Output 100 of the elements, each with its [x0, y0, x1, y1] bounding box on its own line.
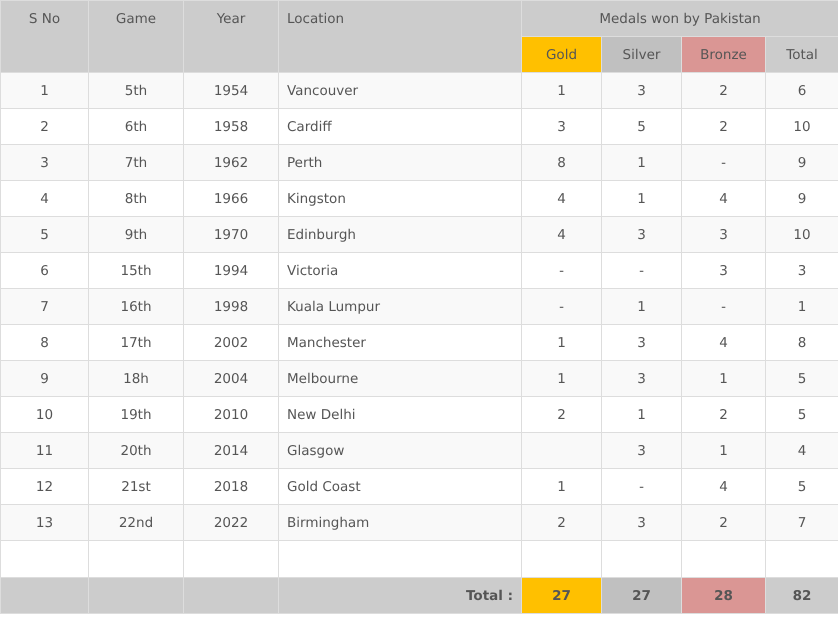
table-cell: 2	[0, 108, 88, 144]
table-cell: 5	[766, 468, 838, 504]
table-cell: Perth	[278, 144, 522, 180]
table-cell: 4	[0, 180, 88, 216]
table-cell: Birmingham	[278, 504, 522, 540]
table-cell: -	[522, 252, 602, 288]
column-header: Gold	[522, 36, 602, 72]
table-cell: 6	[0, 252, 88, 288]
table-cell: 5	[766, 360, 838, 396]
table-cell: Manchester	[278, 324, 522, 360]
table-cell: 9	[766, 144, 838, 180]
table-cell: 10	[0, 396, 88, 432]
table-cell: 4	[682, 180, 766, 216]
table-cell: 7	[766, 504, 838, 540]
group-header: Medals won by Pakistan	[522, 0, 838, 36]
table-cell: 2004	[184, 360, 278, 396]
table-cell: Cardiff	[278, 108, 522, 144]
table-cell: 2	[682, 396, 766, 432]
column-header: Total	[766, 36, 838, 72]
column-header: Game	[88, 0, 184, 72]
table-cell: -	[682, 288, 766, 324]
table-cell: 5	[766, 396, 838, 432]
table-cell: -	[602, 252, 682, 288]
table-cell: 2018	[184, 468, 278, 504]
table-cell: 8	[522, 144, 602, 180]
table-cell: 16th	[88, 288, 184, 324]
table-cell: 4	[522, 180, 602, 216]
table-cell: 3	[766, 252, 838, 288]
table-cell: 2010	[184, 396, 278, 432]
table-cell: 4	[682, 324, 766, 360]
table-cell: 1958	[184, 108, 278, 144]
table-cell: 2	[682, 72, 766, 108]
table-cell: Kingston	[278, 180, 522, 216]
table-cell: 1962	[184, 144, 278, 180]
table-cell: 1954	[184, 72, 278, 108]
table-cell: Victoria	[278, 252, 522, 288]
column-header: Bronze	[682, 36, 766, 72]
table-cell: Gold Coast	[278, 468, 522, 504]
table-cell: 8	[0, 324, 88, 360]
table-cell: 18h	[88, 360, 184, 396]
table-cell: 2	[522, 396, 602, 432]
table-cell: 4	[522, 216, 602, 252]
table-cell: 1	[682, 432, 766, 468]
column-header: Silver	[602, 36, 682, 72]
table-cell: 2022	[184, 504, 278, 540]
table-cell: 1	[602, 180, 682, 216]
table-cell: 3	[602, 324, 682, 360]
table-cell: 3	[522, 108, 602, 144]
table-cell: 6th	[88, 108, 184, 144]
table-cell: 2	[682, 504, 766, 540]
table-cell: 21st	[88, 468, 184, 504]
table-cell: Kuala Lumpur	[278, 288, 522, 324]
table-cell: 3	[602, 72, 682, 108]
table-cell: 1	[522, 360, 602, 396]
table-cell: 15th	[88, 252, 184, 288]
table-cell: 1	[766, 288, 838, 324]
table-cell: 20th	[88, 432, 184, 468]
table-cell: 4	[766, 432, 838, 468]
total-value: 27	[522, 578, 602, 614]
table-cell: 5	[0, 216, 88, 252]
table-cell: 3	[602, 432, 682, 468]
column-header: Location	[278, 0, 522, 72]
table-cell: 1	[522, 468, 602, 504]
table-cell: 1	[0, 72, 88, 108]
table-cell: 11	[0, 432, 88, 468]
table-cell: 4	[682, 468, 766, 504]
table-cell: 17th	[88, 324, 184, 360]
table-cell: 6	[766, 72, 838, 108]
table-cell: 9	[766, 180, 838, 216]
table-cell: 7	[0, 288, 88, 324]
table-cell: 1	[522, 324, 602, 360]
table-cell: 3	[602, 216, 682, 252]
total-value: 28	[682, 578, 766, 614]
table-cell: 7th	[88, 144, 184, 180]
table-cell: 8th	[88, 180, 184, 216]
table-cell: 19th	[88, 396, 184, 432]
total-label: Total :	[278, 578, 522, 614]
table-cell: 1966	[184, 180, 278, 216]
table-cell: 1998	[184, 288, 278, 324]
table-cell: 2	[682, 108, 766, 144]
table-cell: -	[522, 288, 602, 324]
total-value: 82	[766, 578, 838, 614]
table-cell: 3	[682, 216, 766, 252]
table-cell: 9th	[88, 216, 184, 252]
table-cell: 5th	[88, 72, 184, 108]
table-cell: 1	[522, 72, 602, 108]
table-cell: 12	[0, 468, 88, 504]
table-cell: 5	[602, 108, 682, 144]
table-cell: Edinburgh	[278, 216, 522, 252]
table-cell: 22nd	[88, 504, 184, 540]
table-cell: 1970	[184, 216, 278, 252]
table-cell: 13	[0, 504, 88, 540]
table-cell: -	[682, 144, 766, 180]
table-cell: 3	[602, 360, 682, 396]
table-cell: Glasgow	[278, 432, 522, 468]
table-cell: 1994	[184, 252, 278, 288]
table-cell: Vancouver	[278, 72, 522, 108]
table-cell: 1	[602, 396, 682, 432]
table-cell: 8	[766, 324, 838, 360]
table-cell: 10	[766, 108, 838, 144]
